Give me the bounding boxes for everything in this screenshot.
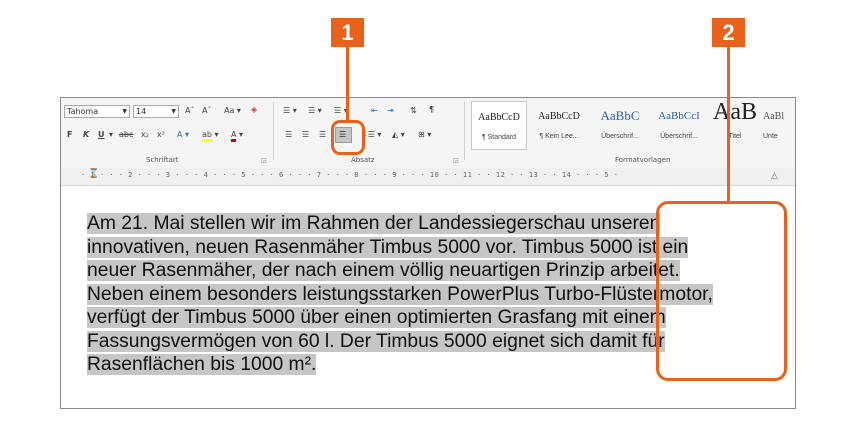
style-heading-2[interactable]: AaBbCcI Überschrif...	[651, 101, 707, 150]
callout-highlight-2	[656, 201, 787, 381]
align-center-icon[interactable]: ☰	[302, 129, 309, 141]
style-name: Überschrif...	[660, 133, 698, 140]
style-title[interactable]: AaB Titel	[709, 99, 761, 150]
numbered-list-icon[interactable]: ☰ ▾	[308, 105, 322, 117]
style-preview: AaBbCcD	[478, 112, 520, 123]
selected-text: verfügt der Timbus 5000 über einen optim…	[87, 307, 666, 328]
shrink-font-button[interactable]: Aˇ	[202, 105, 211, 117]
underline-dropdown-icon[interactable]: ▾	[109, 129, 113, 141]
change-case-button[interactable]: Aa ▾	[224, 105, 241, 117]
selected-text: Am 21. Mai stellen wir im Rahmen der Lan…	[87, 213, 661, 234]
italic-button[interactable]: K	[83, 129, 89, 141]
bold-button[interactable]: F	[67, 129, 72, 141]
callout-highlight-1	[331, 120, 365, 155]
font-name-dropdown[interactable]: Tahoma ▼	[64, 105, 130, 118]
style-preview: AaBbC	[600, 108, 640, 123]
text-effect-icon: A	[177, 130, 183, 139]
styles-group-label: Formatvorlagen	[615, 156, 671, 164]
style-subtitle[interactable]: AaBl Unte	[763, 101, 795, 150]
text-effect-button[interactable]: A ▾	[177, 129, 189, 141]
borders-icon[interactable]: ⊞ ▾	[418, 129, 431, 141]
chevron-down-icon: ▼	[122, 108, 127, 115]
callout-connector-2	[727, 47, 730, 202]
shading-icon[interactable]: ◭ ▾	[392, 129, 405, 141]
style-name: ¶ Kein Lee...	[539, 133, 579, 140]
dialog-launcher-icon[interactable]: ◲	[261, 157, 267, 164]
grow-font-button[interactable]: Aˆ	[185, 105, 194, 117]
bullets-list-icon[interactable]: ☰ ▾	[283, 105, 297, 117]
style-preview: AaB	[713, 99, 757, 125]
right-indent-marker-icon[interactable]: △	[771, 170, 778, 181]
font-color-icon: A	[231, 130, 237, 142]
align-left-icon[interactable]: ☰	[285, 129, 292, 141]
selected-text: Neben einem besonders leistungsstarken P…	[87, 283, 713, 305]
clear-format-icon[interactable]: ◈	[251, 104, 257, 116]
group-divider	[464, 102, 465, 160]
superscript-button[interactable]: x²	[157, 129, 165, 141]
highlight-icon: ab	[202, 130, 212, 142]
font-group-label: Schriftart	[146, 156, 179, 164]
callout-connector-1	[346, 47, 349, 120]
callout-badge-2: 2	[712, 18, 745, 47]
increase-indent-icon[interactable]: ⇥	[387, 105, 394, 117]
align-right-icon[interactable]: ☰	[319, 129, 326, 141]
selected-text: Fassungsvermögen von 60 l. Der Timbus 50…	[87, 330, 665, 352]
font-color-button[interactable]: A ▾	[231, 129, 243, 142]
style-name: ¶ Standard	[481, 134, 517, 141]
selected-text: Rasenflächen bis 1000 m².	[87, 354, 317, 375]
subscript-button[interactable]: x₂	[141, 129, 149, 141]
style-standard[interactable]: AaBbCcD ¶ Standard	[471, 101, 527, 150]
style-name: Überschrif...	[601, 133, 639, 140]
sort-icon[interactable]: ⇅	[410, 105, 417, 117]
dialog-launcher-icon[interactable]: ◲	[453, 157, 459, 164]
styles-gallery: AaBbCcD ¶ Standard AaBbCcD ¶ Kein Lee...…	[471, 99, 795, 152]
font-name-value: Tahoma	[67, 107, 99, 116]
chevron-down-icon: ▼	[171, 108, 176, 115]
pilcrow-icon[interactable]: ¶	[429, 104, 434, 116]
style-kein-leerraum[interactable]: AaBbCcD ¶ Kein Lee...	[529, 101, 589, 150]
selected-text: neuer Rasenmäher, der nach einem völlig …	[87, 260, 680, 281]
selected-text: innovativen, neuen Rasenmäher Timbus 500…	[87, 236, 689, 258]
style-name: Titel	[728, 133, 742, 140]
decrease-indent-icon[interactable]: ⇤	[371, 105, 378, 117]
style-preview: AaBl	[763, 111, 785, 122]
style-preview: AaBbCcI	[658, 110, 700, 122]
style-name: Unte	[763, 133, 778, 140]
callout-badge-1: 1	[331, 18, 364, 47]
strikethrough-button[interactable]: abc	[119, 129, 133, 141]
style-preview: AaBbCcD	[538, 111, 580, 122]
change-case-label: Aa	[224, 106, 235, 115]
ruler[interactable]: ⌛ · 1 · · · 2 · · · 3 · · · 4 · · · 5 · …	[61, 168, 795, 186]
group-divider	[273, 102, 274, 160]
paragraph-group-label: Absatz	[351, 156, 375, 164]
ruler-ticks: · 1 · · · 2 · · · 3 · · · 4 · · · 5 · · …	[81, 171, 619, 179]
font-size-dropdown[interactable]: 14 ▼	[133, 105, 179, 118]
highlight-button[interactable]: ab ▾	[202, 129, 219, 142]
font-size-value: 14	[136, 107, 147, 116]
style-heading-1[interactable]: AaBbC Überschrif...	[591, 101, 649, 150]
underline-button[interactable]: U	[98, 129, 105, 141]
